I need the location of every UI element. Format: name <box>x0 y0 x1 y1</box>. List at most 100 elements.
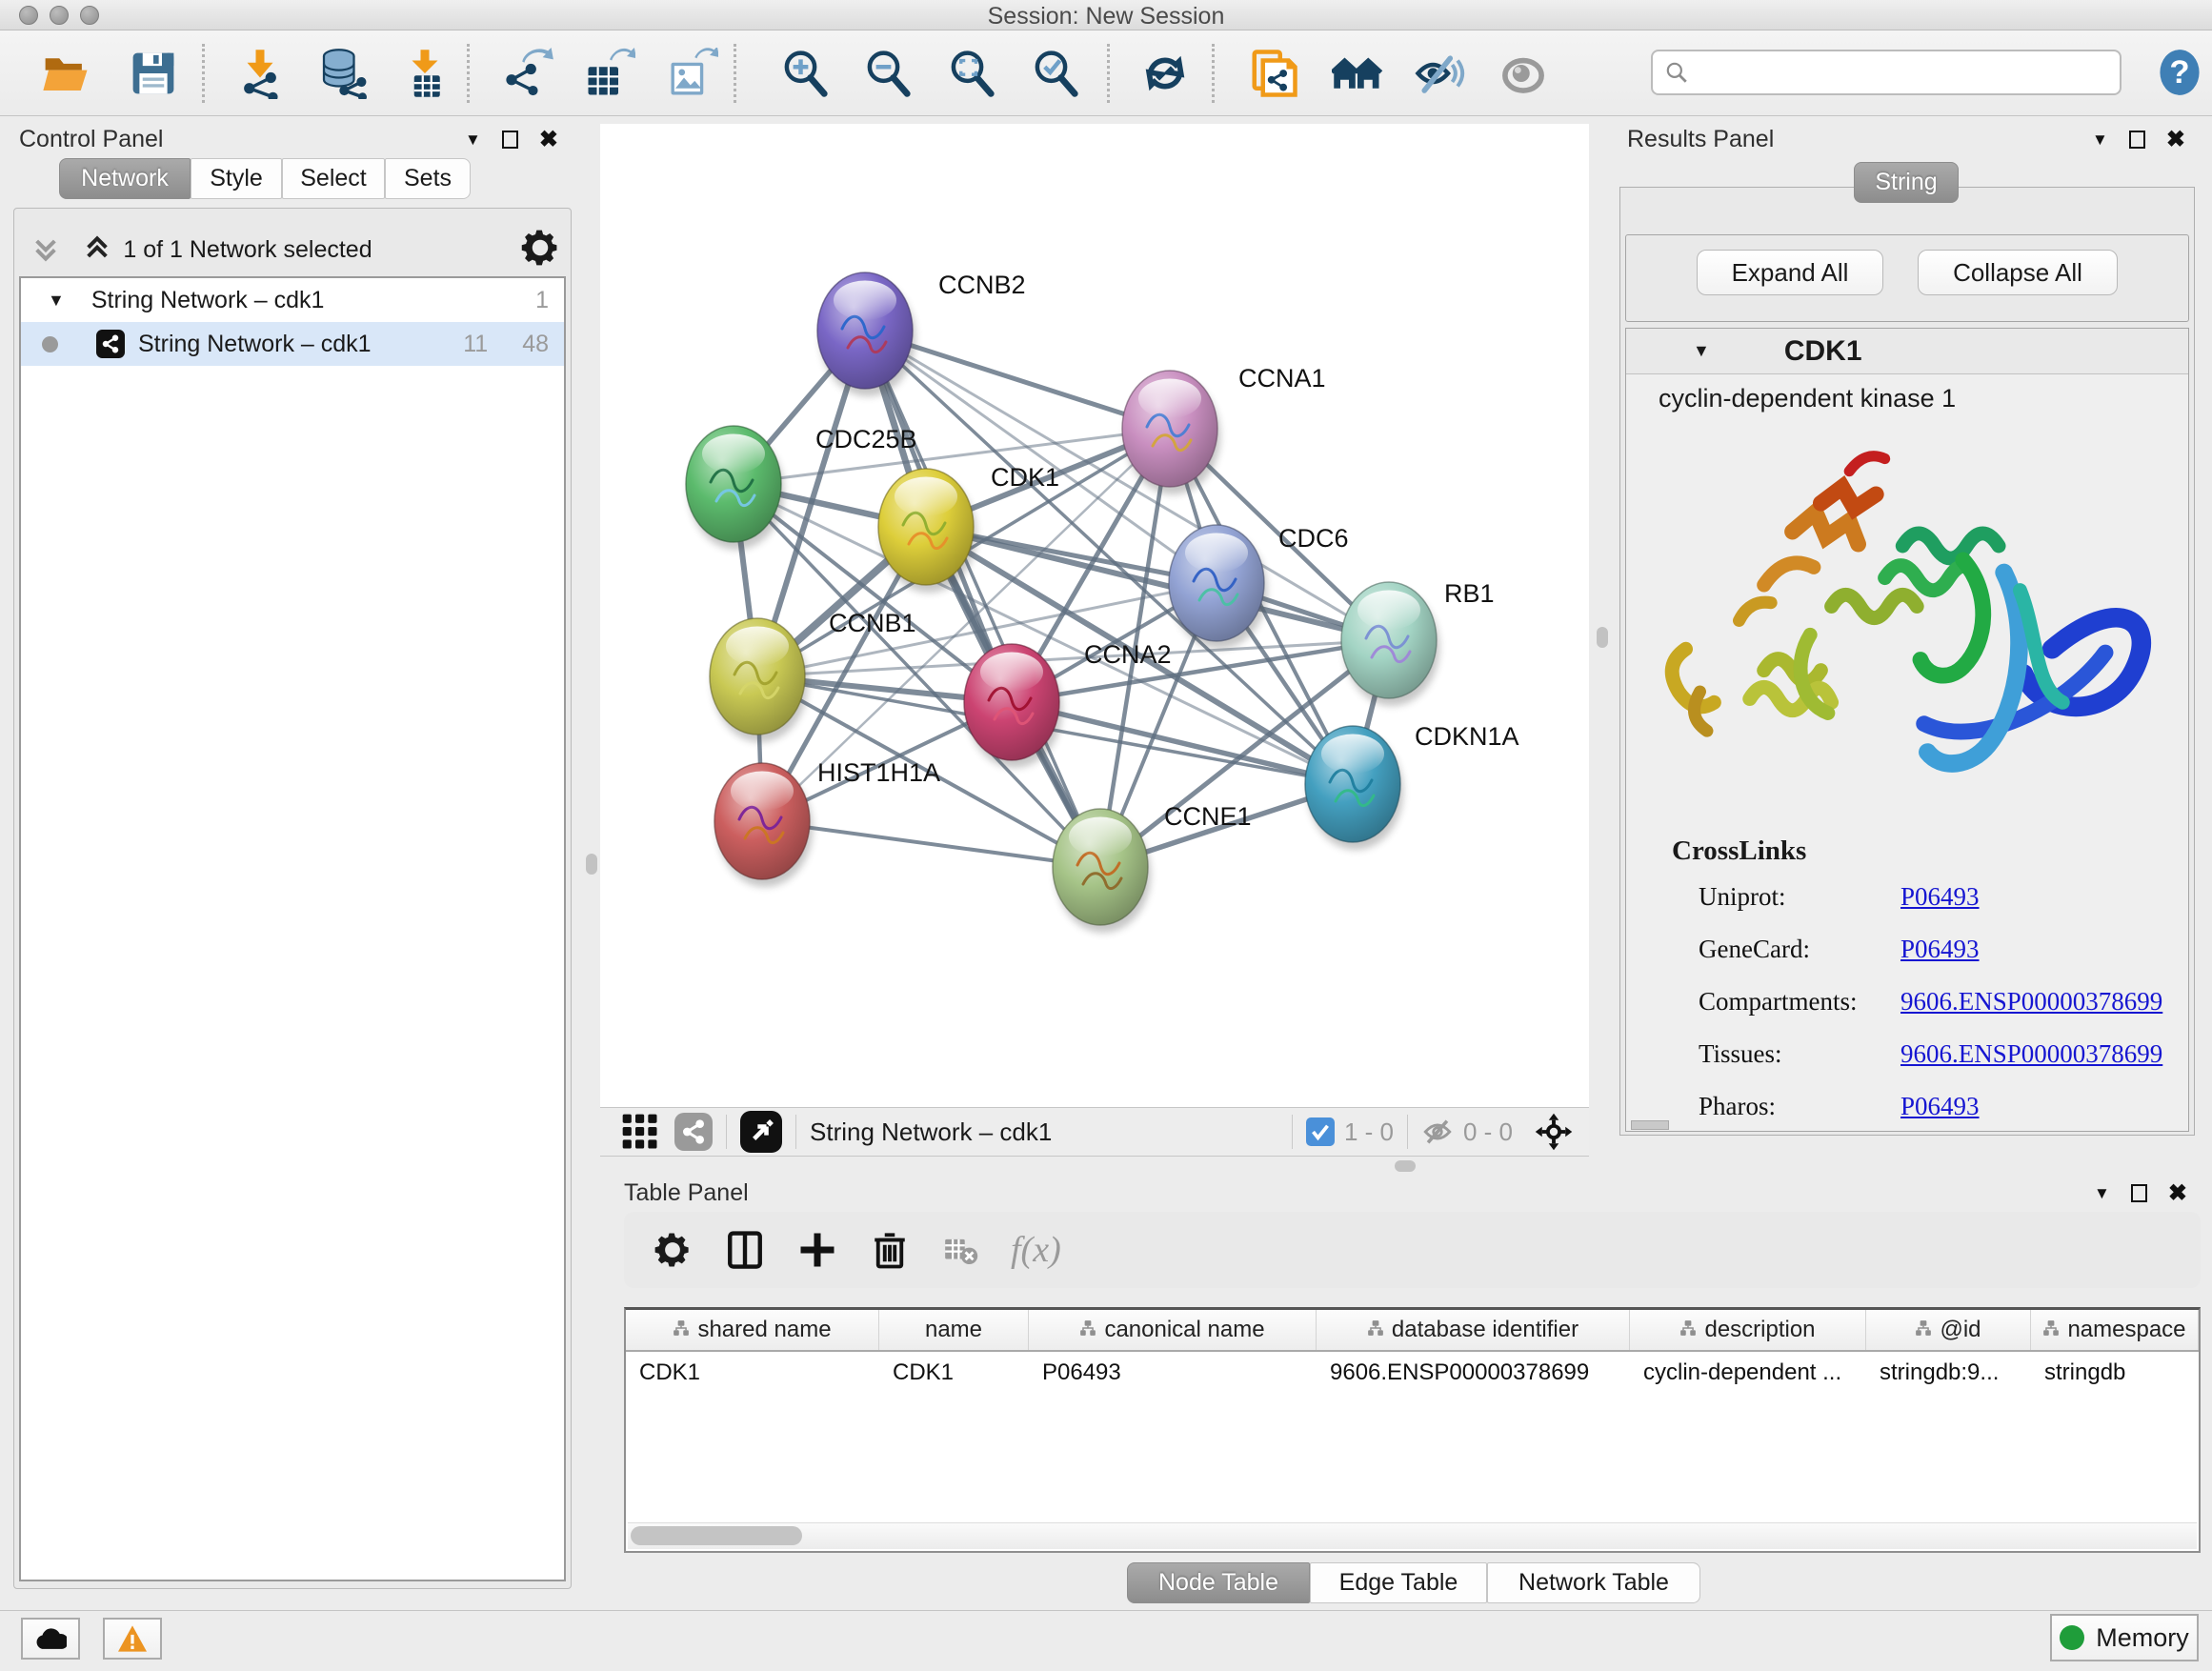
network-options-gear-icon[interactable] <box>519 227 561 269</box>
zoom-selected-icon[interactable] <box>1030 48 1081 99</box>
panel-float-icon[interactable] <box>2131 1184 2147 1202</box>
panel-collapse-icon[interactable]: ▼ <box>465 131 481 150</box>
zoom-in-icon[interactable] <box>779 48 831 99</box>
show-columns-icon[interactable] <box>725 1230 765 1270</box>
gray-eye-icon[interactable] <box>1498 48 1549 99</box>
export-table-icon[interactable] <box>584 48 635 99</box>
hide-string-styles-icon[interactable] <box>1414 48 1465 99</box>
network-node-RB1[interactable]: RB1 <box>1341 579 1495 706</box>
refresh-icon[interactable] <box>1139 48 1191 99</box>
protein-section: ▼ CDK1 cyclin-dependent kinase 1 CrossLi… <box>1625 328 2189 1132</box>
column-type-icon <box>673 1317 690 1343</box>
collection-expand-icon[interactable]: ▼ <box>48 291 65 311</box>
import-database-icon[interactable] <box>315 48 367 99</box>
node-label-CDC25B: CDC25B <box>815 425 917 453</box>
protein-section-header[interactable]: ▼ CDK1 <box>1626 329 2188 374</box>
crosslink-value-link[interactable]: 9606.ENSP00000378699 <box>1900 987 2162 1017</box>
tab-node-table[interactable]: Node Table <box>1127 1562 1310 1603</box>
table-cell[interactable]: cyclin-dependent ... <box>1630 1352 1866 1394</box>
network-node-CDK1[interactable]: CDK1 <box>878 463 1059 593</box>
export-image-icon[interactable] <box>667 48 718 99</box>
import-network-icon[interactable] <box>234 48 286 99</box>
clone-network-icon[interactable] <box>1248 48 1299 99</box>
column-header-namespace[interactable]: namespace <box>2031 1310 2199 1350</box>
network-node-CCNB2[interactable]: CCNB2 <box>817 271 1026 396</box>
delete-column-icon[interactable] <box>870 1230 910 1270</box>
collapse-all-icon[interactable] <box>30 232 61 265</box>
tab-edge-table[interactable]: Edge Table <box>1310 1562 1487 1603</box>
crosslink-row: Uniprot:P06493 <box>1699 882 2188 912</box>
tab-style[interactable]: Style <box>191 158 282 199</box>
export-network-icon[interactable] <box>503 48 554 99</box>
hidden-eye-icon[interactable] <box>1421 1116 1454 1148</box>
horizontal-splitter-handle[interactable] <box>1395 1160 1416 1172</box>
column-header-canonical-name[interactable]: canonical name <box>1029 1310 1317 1350</box>
show-all-networks-icon[interactable] <box>1332 48 1383 99</box>
crosslink-label: Compartments: <box>1699 987 1900 1017</box>
protein-collapse-icon[interactable]: ▼ <box>1693 341 1710 361</box>
results-scrollbar-fragment[interactable] <box>1631 1120 1669 1130</box>
column-header-name[interactable]: name <box>879 1310 1029 1350</box>
column-header-shared-name[interactable]: shared name <box>626 1310 879 1350</box>
tab-select[interactable]: Select <box>282 158 385 199</box>
expand-all-button[interactable]: Expand All <box>1697 250 1883 295</box>
crosslink-value-link[interactable]: P06493 <box>1900 882 1980 912</box>
panel-collapse-icon[interactable]: ▼ <box>2094 1184 2110 1203</box>
column-header-database-identifier[interactable]: database identifier <box>1317 1310 1630 1350</box>
warning-button[interactable] <box>103 1618 162 1660</box>
toolbar-separator <box>202 44 205 103</box>
network-node-CDC6[interactable]: CDC6 <box>1169 524 1349 649</box>
tab-sets[interactable]: Sets <box>385 158 471 199</box>
panel-float-icon[interactable] <box>2129 131 2145 149</box>
tab-string[interactable]: String <box>1854 162 1959 203</box>
help-icon[interactable]: ? <box>2155 48 2204 97</box>
table-cell[interactable]: stringdb <box>2031 1352 2199 1394</box>
left-splitter-handle[interactable] <box>586 854 597 875</box>
open-session-icon[interactable] <box>40 48 91 99</box>
collapse-all-button[interactable]: Collapse All <box>1918 250 2118 295</box>
cloud-button[interactable] <box>21 1618 80 1660</box>
column-header-@id[interactable]: @id <box>1866 1310 2031 1350</box>
import-table-icon[interactable] <box>399 48 451 99</box>
network-collection-row[interactable]: ▼ String Network – cdk1 1 <box>21 278 564 322</box>
panel-close-icon[interactable]: ✖ <box>2166 126 2185 153</box>
table-cell[interactable]: P06493 <box>1029 1352 1317 1394</box>
panel-collapse-icon[interactable]: ▼ <box>2092 131 2108 150</box>
right-splitter-handle[interactable] <box>1597 627 1608 648</box>
panel-close-icon[interactable]: ✖ <box>539 126 558 153</box>
grid-view-icon[interactable] <box>621 1113 659 1151</box>
table-options-gear-icon[interactable] <box>653 1230 693 1270</box>
add-column-icon[interactable] <box>797 1230 837 1270</box>
search-input[interactable] <box>1689 59 2099 86</box>
network-row[interactable]: String Network – cdk1 11 48 <box>21 322 564 366</box>
table-cell[interactable]: CDK1 <box>626 1352 879 1394</box>
tab-network-table[interactable]: Network Table <box>1487 1562 1700 1603</box>
collection-name: String Network – cdk1 <box>91 287 325 314</box>
save-session-icon[interactable] <box>128 48 179 99</box>
network-canvas[interactable]: CCNB2CCNA1CDC25BCDK1CDC6RB1CCNB1CCNA2CDK… <box>600 124 1589 1107</box>
network-node-CDKN1A[interactable]: CDKN1A <box>1305 722 1519 850</box>
table-scrollbar-thumb[interactable] <box>631 1526 802 1545</box>
network-view-share-icon[interactable] <box>674 1113 713 1151</box>
table-cell[interactable]: 9606.ENSP00000378699 <box>1317 1352 1630 1394</box>
table-cell[interactable]: CDK1 <box>879 1352 1029 1394</box>
column-header-description[interactable]: description <box>1630 1310 1866 1350</box>
crosslink-value-link[interactable]: P06493 <box>1900 935 1980 964</box>
table-row[interactable]: CDK1CDK1P064939606.ENSP00000378699cyclin… <box>626 1352 2199 1394</box>
network-node-HIST1H1A[interactable]: HIST1H1A <box>714 758 940 887</box>
crosslink-value-link[interactable]: P06493 <box>1900 1092 1980 1121</box>
zoom-fit-icon[interactable] <box>946 48 997 99</box>
birdseye-navigator-icon[interactable] <box>1534 1112 1574 1152</box>
panel-close-icon[interactable]: ✖ <box>2168 1179 2187 1207</box>
detach-view-icon[interactable] <box>740 1111 782 1153</box>
network-node-CCNA1[interactable]: CCNA1 <box>1122 364 1326 494</box>
panel-float-icon[interactable] <box>502 131 518 149</box>
selected-checkbox-icon[interactable] <box>1306 1117 1335 1146</box>
table-cell[interactable]: stringdb:9... <box>1866 1352 2031 1394</box>
memory-button[interactable]: Memory <box>2050 1614 2199 1661</box>
crosslink-value-link[interactable]: 9606.ENSP00000378699 <box>1900 1039 2162 1069</box>
zoom-out-icon[interactable] <box>862 48 914 99</box>
network-node-CCNE1[interactable]: CCNE1 <box>1053 802 1252 933</box>
tab-network[interactable]: Network <box>59 158 191 199</box>
table-horizontal-scrollbar[interactable] <box>628 1522 2197 1549</box>
